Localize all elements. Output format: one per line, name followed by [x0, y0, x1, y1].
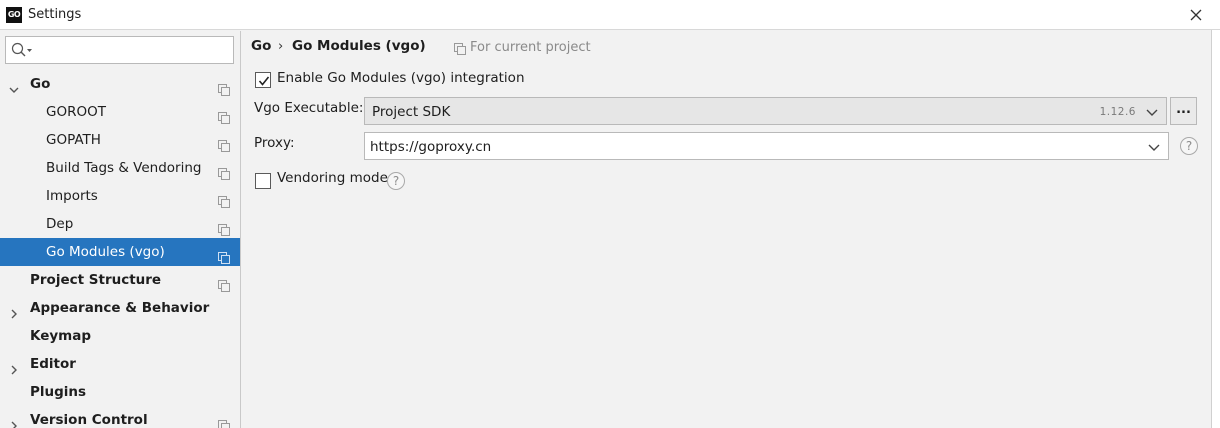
sidebar-item-goroot[interactable]: GOROOT: [0, 98, 240, 126]
settings-content: Go › Go Modules (vgo) For current projec…: [242, 31, 1211, 428]
enable-vgo-checkbox[interactable]: [255, 72, 271, 88]
vendoring-help-icon[interactable]: ?: [387, 172, 405, 190]
sidebar-item-label: Go Modules (vgo): [46, 244, 165, 260]
project-scope-icon: [218, 190, 230, 208]
scope-label: For current project: [470, 40, 591, 55]
close-icon[interactable]: [1186, 5, 1206, 25]
browse-button[interactable]: ...: [1170, 97, 1197, 125]
chevron-down-icon[interactable]: [1148, 142, 1160, 152]
chevron-right-icon[interactable]: [8, 414, 20, 428]
sidebar-item-label: Go: [30, 76, 51, 92]
sidebar-item-build-tags[interactable]: Build Tags & Vendoring: [0, 154, 240, 182]
title-bar: GO Settings: [0, 0, 1220, 30]
page-title: Go Modules (vgo): [292, 38, 426, 54]
sidebar-item-label: Appearance & Behavior: [30, 300, 210, 316]
sidebar-item-version-control[interactable]: Version Control: [0, 406, 240, 428]
search-input[interactable]: [5, 36, 234, 64]
sidebar-item-label: Plugins: [30, 384, 87, 400]
vendoring-mode-label[interactable]: Vendoring mode: [277, 170, 388, 186]
enable-vgo-label[interactable]: Enable Go Modules (vgo) integration: [277, 70, 525, 86]
sidebar-item-label: Version Control: [30, 412, 148, 428]
sidebar-item-dep[interactable]: Dep: [0, 210, 240, 238]
sidebar-item-gopath[interactable]: GOPATH: [0, 126, 240, 154]
project-scope-icon: [218, 218, 230, 236]
sidebar-item-editor[interactable]: Editor: [0, 350, 240, 378]
sidebar-item-label: GOPATH: [46, 132, 101, 148]
sidebar-item-label: GOROOT: [46, 104, 106, 120]
vgo-executable-select[interactable]: Project SDK 1.12.6: [364, 97, 1167, 125]
sdk-version: 1.12.6: [1099, 106, 1136, 118]
chevron-right-icon[interactable]: [8, 358, 20, 375]
project-scope-icon: [218, 246, 230, 264]
sidebar-item-keymap[interactable]: Keymap: [0, 322, 240, 350]
chevron-right-icon[interactable]: [8, 302, 20, 319]
goland-logo-icon: GO: [6, 7, 22, 23]
project-scope-icon: [454, 43, 466, 55]
sidebar-item-imports[interactable]: Imports: [0, 182, 240, 210]
project-scope-icon: [218, 134, 230, 152]
sidebar-item-label: Project Structure: [30, 272, 162, 288]
project-scope-icon: [218, 414, 230, 428]
proxy-input[interactable]: https://goproxy.cn: [364, 132, 1169, 160]
project-scope-icon: [218, 274, 230, 292]
sidebar-item-go[interactable]: Go: [0, 70, 240, 98]
search-icon: [11, 42, 33, 58]
proxy-label: Proxy:: [254, 135, 295, 151]
sidebar-item-label: Keymap: [30, 328, 92, 344]
project-scope-icon: [218, 78, 230, 96]
sidebar-item-label: Imports: [46, 188, 98, 204]
proxy-value: https://goproxy.cn: [370, 139, 492, 155]
sidebar-item-label: Editor: [30, 356, 76, 372]
breadcrumb-separator: ›: [278, 39, 284, 54]
vgo-executable-label: Vgo Executable:: [254, 100, 364, 116]
sidebar-item-go-modules[interactable]: Go Modules (vgo): [0, 238, 240, 266]
vgo-executable-value: Project SDK: [372, 104, 451, 120]
sidebar-item-project-structure[interactable]: Project Structure: [0, 266, 240, 294]
window-edge: [1211, 30, 1220, 428]
sidebar-item-label: Dep: [46, 216, 74, 232]
sidebar-item-appearance[interactable]: Appearance & Behavior: [0, 294, 240, 322]
chevron-down-icon[interactable]: [8, 78, 20, 93]
chevron-down-icon: [1146, 107, 1158, 117]
project-scope-icon: [218, 162, 230, 180]
vendoring-mode-checkbox[interactable]: [255, 173, 271, 189]
breadcrumb-parent[interactable]: Go: [251, 38, 271, 54]
proxy-help-icon[interactable]: ?: [1180, 137, 1198, 155]
project-scope-icon: [218, 106, 230, 124]
window-title: Settings: [28, 7, 82, 22]
sidebar-item-label: Build Tags & Vendoring: [46, 160, 202, 176]
sidebar-item-plugins[interactable]: Plugins: [0, 378, 240, 406]
settings-sidebar: Go GOROOT GOPATH Build Tags & Vendoring …: [0, 31, 241, 428]
